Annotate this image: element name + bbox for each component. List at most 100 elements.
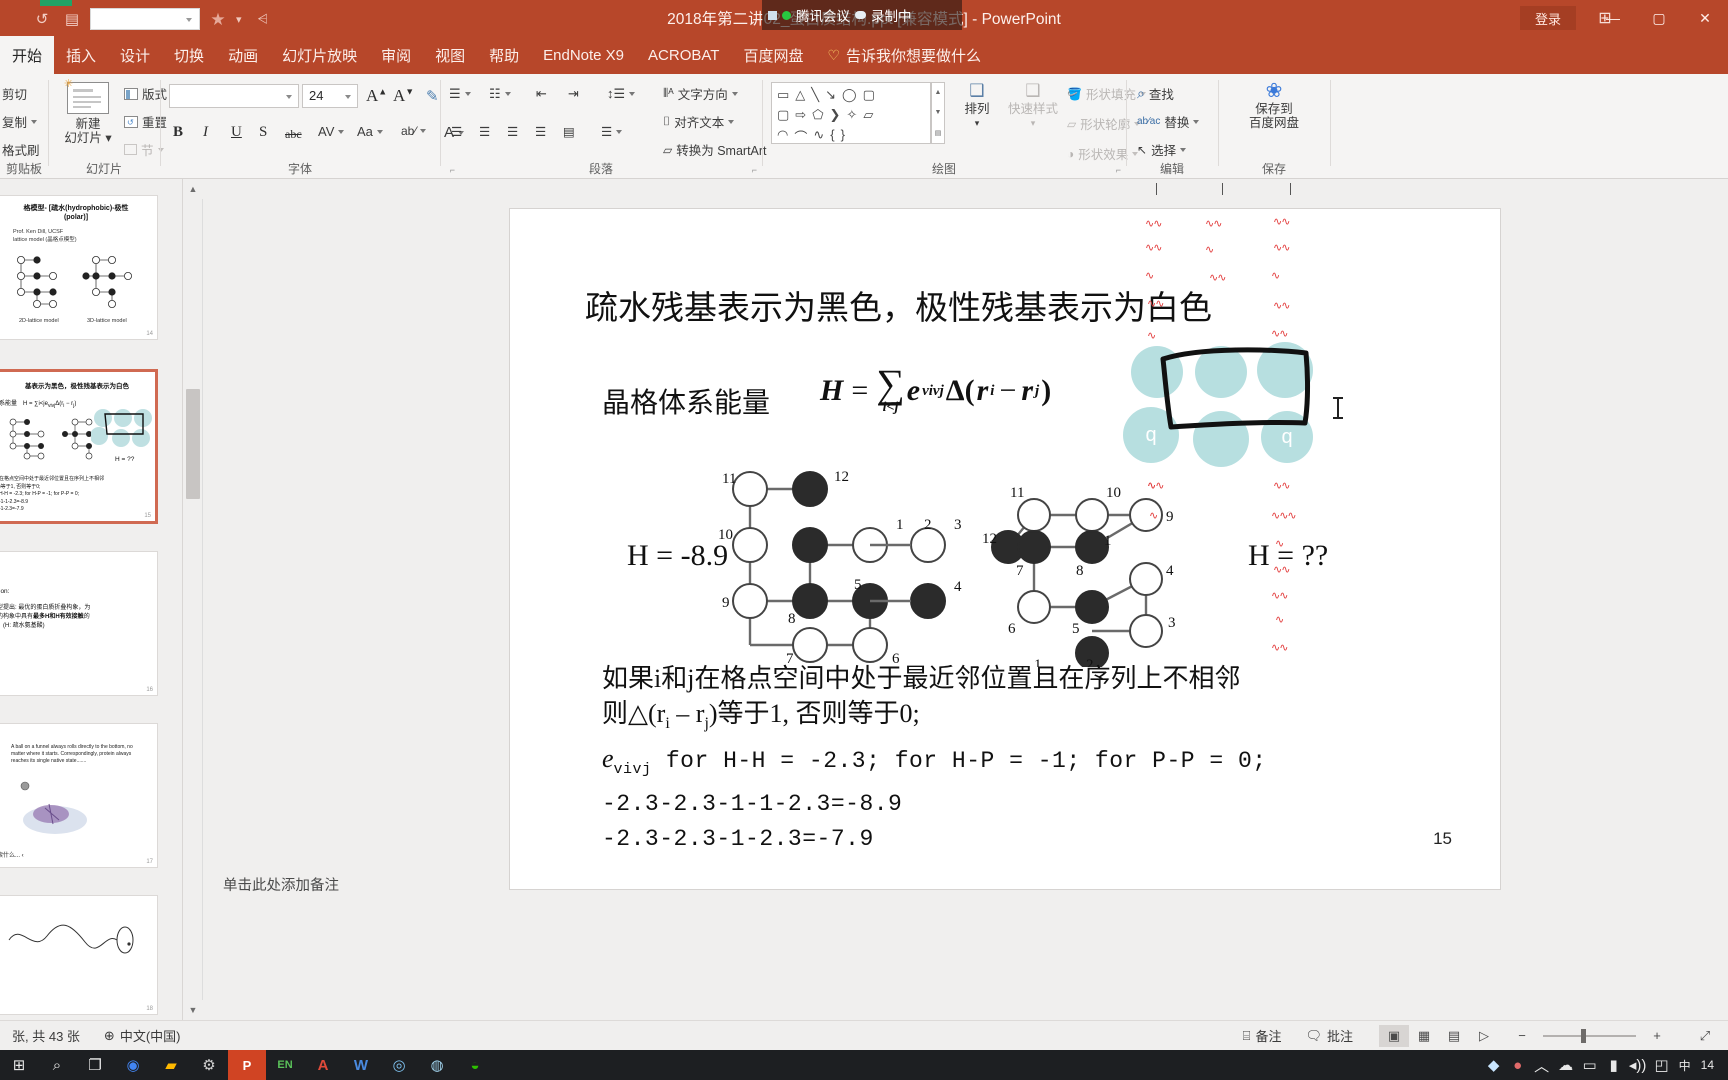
shape-arrow-icon[interactable]: ↘ [825, 87, 836, 103]
security-icon[interactable]: ◍ [418, 1050, 456, 1080]
change-case-button[interactable]: Aa [357, 124, 383, 139]
scroll-down-arrow-icon[interactable]: ▼ [183, 1000, 203, 1020]
shape-brace-left-icon[interactable]: { [830, 127, 834, 146]
h-value-right[interactable]: H = ?? [1248, 539, 1328, 573]
minimize-button[interactable]: — [1590, 0, 1636, 36]
tab-endnote[interactable]: EndNote X9 [531, 36, 636, 74]
shape-pent-icon[interactable]: ⬠ [812, 107, 823, 123]
taskbar-clock[interactable]: 14 [1697, 1058, 1718, 1072]
tray-battery-icon[interactable]: ▮ [1603, 1050, 1625, 1080]
slide-count-label[interactable]: 张, 共 43 张 [0, 1026, 92, 1045]
slide-body-text[interactable]: 如果i和j在格点空间中处于最近邻位置且在序列上不相邻 则△(ri – rj)等于… [602, 661, 1432, 857]
copy-button[interactable]: 复制 [2, 112, 37, 131]
slide-sorter-button[interactable]: ▦ [1409, 1025, 1439, 1047]
font-size-input[interactable]: 24 [302, 84, 358, 108]
comments-button[interactable]: 🗨批注 [1293, 1026, 1365, 1045]
tray-cloud-icon[interactable]: ☁ [1555, 1050, 1577, 1080]
strikethrough-button[interactable]: abc [285, 127, 302, 142]
italic-button[interactable]: I [203, 124, 208, 141]
shape-brace-right-icon[interactable]: } [841, 127, 845, 146]
convert-to-smartart-button[interactable]: ▱转换为 SmartArt [663, 140, 767, 159]
line-spacing-icon[interactable]: ↕☰ [607, 86, 635, 102]
increase-indent-icon[interactable]: ⇥ [568, 86, 579, 102]
drawing-dialog-launcher[interactable]: ⌐ [1116, 165, 1121, 175]
text-highlight-color-button[interactable]: ab⁄ [401, 124, 426, 138]
shape-star-icon[interactable]: ✧ [846, 107, 857, 123]
tab-home[interactable]: 开始 [0, 36, 54, 74]
endnote-icon[interactable]: EN [266, 1050, 304, 1080]
zoom-slider[interactable] [1537, 1025, 1642, 1047]
shape-oval-icon[interactable]: ◯ [842, 87, 857, 103]
underline-button[interactable]: U [231, 124, 242, 141]
shape-curve-icon[interactable]: ◠ [777, 127, 788, 146]
thumbnail-slide-13[interactable]: 格模型- [疏水(hydrophobic)-极性(polar)] Prof. K… [0, 195, 158, 340]
language-label[interactable]: ⊕ 中文(中国) [92, 1026, 193, 1045]
search2-icon[interactable]: ◎ [380, 1050, 418, 1080]
energy-equation[interactable]: H = ∑ i<j e vivj Δ( ri − rj ) [820, 367, 1051, 415]
shape-rect-icon[interactable]: ▭ [777, 87, 789, 103]
grow-font-button[interactable]: A▲ [366, 86, 387, 106]
tell-me-box[interactable]: ♡ 告诉我你想要做什么 [815, 36, 993, 74]
tab-baidu-netdisk[interactable]: 百度网盘 [731, 36, 815, 74]
scrollbar-thumb[interactable] [186, 389, 200, 499]
shape-chevron-icon[interactable]: ❯ [830, 107, 841, 123]
quick-styles-button[interactable]: ❑ 快速样式 ▾ [1005, 84, 1061, 130]
word-icon[interactable]: W [342, 1050, 380, 1080]
bullets-icon[interactable]: ☰ [449, 86, 471, 102]
tencent-meeting-overlay[interactable]: 腾讯会议 录制中 [762, 0, 962, 30]
lattice-diagram-left[interactable]: 11 12 10 1 2 3 9 8 5 4 7 6 [710, 467, 970, 667]
lattice-diagram-right[interactable]: 11 10 9 12 7 8 1 4 6 5 3 2 1 [980, 467, 1200, 667]
notes-button[interactable]: ⌸备注 [1231, 1026, 1294, 1045]
section-button[interactable]: 节 [124, 140, 164, 159]
align-left-icon[interactable]: ☰ [451, 124, 462, 139]
tray-app-blue-icon[interactable]: ◆ [1483, 1050, 1505, 1080]
tab-acrobat[interactable]: ACROBAT [636, 36, 731, 74]
zoom-out-button[interactable]: − [1507, 1025, 1537, 1047]
restore-button[interactable]: ▢ [1636, 0, 1682, 36]
tray-app-red-icon[interactable]: ● [1507, 1050, 1529, 1080]
tab-transitions[interactable]: 切换 [162, 36, 216, 74]
task-view-icon[interactable]: ❐ [76, 1050, 114, 1080]
numbering-icon[interactable]: ☷ [489, 86, 511, 102]
shape-freeform-icon[interactable]: ⌒ [794, 127, 807, 146]
shapes-gallery[interactable]: ▭ △ ╲ ↘ ◯ ▢ ▢ ⇨ ⬠ ❯ ✧ ▱ ◠ ⌒ [771, 82, 931, 144]
cut-button[interactable]: 剪切 [2, 84, 27, 103]
tab-insert[interactable]: 插入 [54, 36, 108, 74]
tab-design[interactable]: 设计 [108, 36, 162, 74]
zoom-knob[interactable] [1581, 1029, 1586, 1043]
tray-up-icon[interactable]: ︿ [1531, 1050, 1553, 1080]
shape-triangle-icon[interactable]: △ [795, 87, 805, 103]
format-painter-button[interactable]: 格式刷 [2, 140, 40, 159]
tab-animations[interactable]: 动画 [216, 36, 270, 74]
clear-formatting-icon[interactable]: ✎ [426, 87, 439, 106]
shape-line-icon[interactable]: ╲ [811, 87, 819, 103]
settings-icon[interactable]: ⚙ [190, 1050, 228, 1080]
ime-language-indicator[interactable]: 中 [1675, 1057, 1695, 1074]
file-explorer-icon[interactable]: ▰ [152, 1050, 190, 1080]
columns-icon[interactable]: ☰ [601, 124, 622, 139]
align-text-button[interactable]: ⌷对齐文本 [663, 112, 734, 131]
tab-slideshow[interactable]: 幻灯片放映 [270, 36, 369, 74]
zoom-in-button[interactable]: + [1642, 1025, 1672, 1047]
tray-network-icon[interactable]: ◰ [1651, 1050, 1673, 1080]
clipboard-dialog-launcher[interactable]: ⌐ [35, 165, 40, 175]
fit-slide-button[interactable]: ⤢ [1690, 1025, 1720, 1047]
shapes-gallery-scroll[interactable]: ▲▼▤ [931, 82, 945, 144]
tray-volume-icon[interactable]: ◂)) [1627, 1050, 1649, 1080]
align-center-icon[interactable]: ☰ [479, 124, 490, 139]
scroll-up-arrow-icon[interactable]: ▲ [183, 179, 203, 199]
slideshow-button[interactable]: ▷ [1469, 1025, 1499, 1047]
slide-editing-surface[interactable]: 疏水残基表示为黑色，极性残基表示为白色 晶格体系能量 H = ∑ i<j e v… [510, 209, 1500, 889]
tray-screen-icon[interactable]: ▭ [1579, 1050, 1601, 1080]
chrome-icon[interactable]: ◉ [114, 1050, 152, 1080]
justify-icon[interactable]: ☰ [535, 124, 546, 139]
save-to-baidu-netdisk-button[interactable]: ❀ 保存到 百度网盘 [1237, 84, 1311, 130]
shrink-font-button[interactable]: A▼ [393, 86, 414, 106]
new-slide-button[interactable]: ✳ 新建 幻灯片 ▾ [57, 82, 119, 145]
thumbnail-slide-18[interactable]: 18 [0, 895, 158, 1015]
replace-button[interactable]: ab⁄ac替换 [1137, 112, 1199, 131]
thumbnail-scrollbar[interactable]: ▲ ▼ [183, 179, 203, 1020]
notes-placeholder[interactable]: 单击此处添加备注 [203, 860, 1728, 920]
paragraph-dialog-launcher[interactable]: ⌐ [752, 165, 757, 175]
find-button[interactable]: ⌕查找 [1137, 84, 1174, 103]
